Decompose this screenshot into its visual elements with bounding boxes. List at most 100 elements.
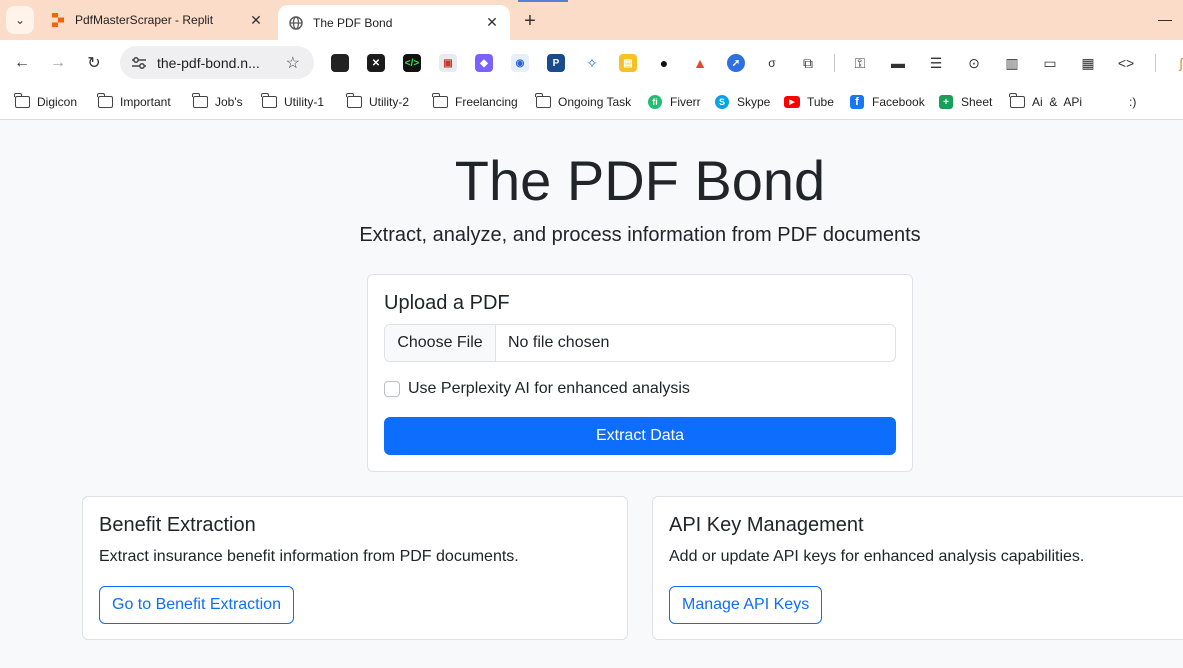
tools-extension-icon[interactable]: ✧ [583,54,601,72]
toolbar-divider [834,54,835,72]
bookmark-tube[interactable]: ▶ Tube [784,93,834,111]
bookmark-label: Important [120,95,171,109]
pdf-file-input[interactable]: Choose File No file chosen [384,324,896,362]
devtools-code-icon[interactable]: <> [1117,54,1135,72]
upload-card: Upload a PDF Choose File No file chosen … [367,274,913,472]
extension-icon[interactable] [331,54,349,72]
bookmark-ongoing-task[interactable]: Ongoing Task [535,93,631,111]
bookmark-utility-1[interactable]: Utility-1 [261,93,324,111]
image-extension-icon[interactable]: ▣ [439,54,457,72]
close-icon[interactable]: ✕ [482,13,502,33]
site-settings-icon[interactable] [129,53,149,73]
upload-heading: Upload a PDF [384,292,510,314]
tab-search-button[interactable]: ⌄ [6,6,34,34]
bookmark-smiley[interactable]: :) [1129,93,1136,111]
bookmarks-bar: Digicon Important Job's Utility-1 Utilit… [0,85,1183,120]
folder-icon [346,93,362,109]
lens-icon[interactable]: ⊙ [965,54,983,72]
perplexity-checkbox-label[interactable]: Use Perplexity AI for enhanced analysis [408,380,690,398]
reload-icon[interactable]: ↻ [82,51,106,75]
bookmark-label: Skype [737,95,771,109]
bookmark-jobs[interactable]: Job's [192,93,243,111]
scraper-extension-icon[interactable]: σ [763,54,781,72]
minimize-window-button[interactable]: — [1155,10,1175,28]
page-content: The PDF Bond Extract, analyze, and proce… [0,121,1183,668]
side-panel-icon[interactable]: ▦ [1079,54,1097,72]
tab-strip: ⌄ PdfMasterScraper - Replit ✕ The PDF Bo… [0,0,1183,40]
copilot-icon[interactable]: ◆ [475,54,493,72]
bookmark-label: Facebook [872,95,925,109]
close-icon[interactable]: ✕ [246,10,266,30]
skype-icon: S [714,95,730,109]
card-title: Benefit Extraction [99,514,256,536]
bookmark-important[interactable]: Important [97,93,171,111]
bookmark-label: Sheet [961,95,993,109]
bookmark-label: Ongoing Task [558,95,632,109]
bookmark-label: Utility-2 [369,95,410,109]
globe-icon [288,15,304,31]
youtube-icon: ▶ [784,95,800,109]
password-key-icon[interactable]: ⚿ [851,54,869,72]
bookmark-digicon[interactable]: Digicon [14,93,77,111]
bookmark-label: Utility-1 [284,95,325,109]
folder-icon [535,93,551,109]
bookmark-sheet[interactable]: + Sheet [938,93,992,111]
github-icon[interactable]: ● [655,54,673,72]
bookmark-label: Tube [807,95,834,109]
card-text: Extract insurance benefit information fr… [99,548,519,565]
browser-toolbar: ← → ↻ the-pdf-bond.n... ☆ ✕ </> ▣ ◆ ◉ P … [0,40,1183,85]
screenshot-extension-icon[interactable]: ◉ [511,54,529,72]
x-extension-icon[interactable]: ✕ [367,54,385,72]
new-tab-button[interactable]: + [518,9,542,33]
manage-api-keys-button[interactable]: Manage API Keys [669,586,823,624]
folder-icon [97,93,113,109]
forward-arrow-icon[interactable]: → [46,51,70,75]
bookmark-ai-api[interactable]: Ai & APi [1009,93,1082,111]
page-subtitle: Extract, analyze, and process informatio… [359,224,921,246]
extensions-puzzle-icon[interactable]: ⧉ [799,54,817,72]
bookmark-utility-2[interactable]: Utility-2 [346,93,409,111]
reading-mode-icon[interactable]: ▥ [1003,54,1021,72]
folder-icon [192,93,208,109]
go-to-benefit-extraction-button[interactable]: Go to Benefit Extraction [99,586,294,624]
bookmark-facebook[interactable]: f Facebook [849,93,925,111]
choose-file-button[interactable]: Choose File [385,325,496,361]
payment-card-icon[interactable]: ▬ [889,54,907,72]
replit-icon [50,12,66,28]
extract-data-button[interactable]: Extract Data [384,417,896,455]
tab-title: PdfMasterScraper - Replit [75,13,214,27]
tab-indicator [518,0,568,2]
p-extension-icon[interactable]: P [547,54,565,72]
folder-icon [261,93,277,109]
folder-icon [1009,93,1025,109]
compass-extension-icon[interactable]: ➚ [727,54,745,72]
card-title: API Key Management [669,514,864,536]
reading-list-icon[interactable]: ☰ [927,54,945,72]
perplexity-checkbox[interactable] [384,381,400,397]
bookmark-skype[interactable]: S Skype [714,93,770,111]
address-bar[interactable]: the-pdf-bond.n... ☆ [120,46,314,79]
cast-device-icon[interactable]: ▭ [1041,54,1059,72]
tab-replit[interactable]: PdfMasterScraper - Replit ✕ [40,5,274,35]
chevron-down-icon: ⌄ [14,13,26,27]
tab-title: The PDF Bond [313,15,393,30]
tab-pdf-bond[interactable]: The PDF Bond ✕ [278,5,510,40]
file-status-text: No file chosen [508,334,610,351]
bookmark-label: Job's [215,95,243,109]
bookmark-label: :) [1129,95,1137,109]
code-extension-icon[interactable]: </> [403,54,421,72]
fiverr-icon: fi [647,95,663,109]
bookmark-fiverr[interactable]: fi Fiverr [647,93,701,111]
back-arrow-icon[interactable]: ← [10,51,34,75]
bookmark-freelancing[interactable]: Freelancing [432,93,518,111]
sheets-icon: + [938,95,954,109]
api-key-management-card: API Key Management Add or update API key… [652,496,1183,640]
bookmark-label: Fiverr [670,95,701,109]
fire-extension-icon[interactable]: ▲ [691,54,709,72]
bookmark-star-icon[interactable]: ☆ [286,53,300,73]
folder-icon [14,93,30,109]
notes-extension-icon[interactable]: ▤ [619,54,637,72]
bookmark-label: Ai & APi [1032,95,1083,109]
perplexity-option: Use Perplexity AI for enhanced analysis [384,380,690,398]
profile-icon[interactable]: ʃ [1172,54,1183,72]
